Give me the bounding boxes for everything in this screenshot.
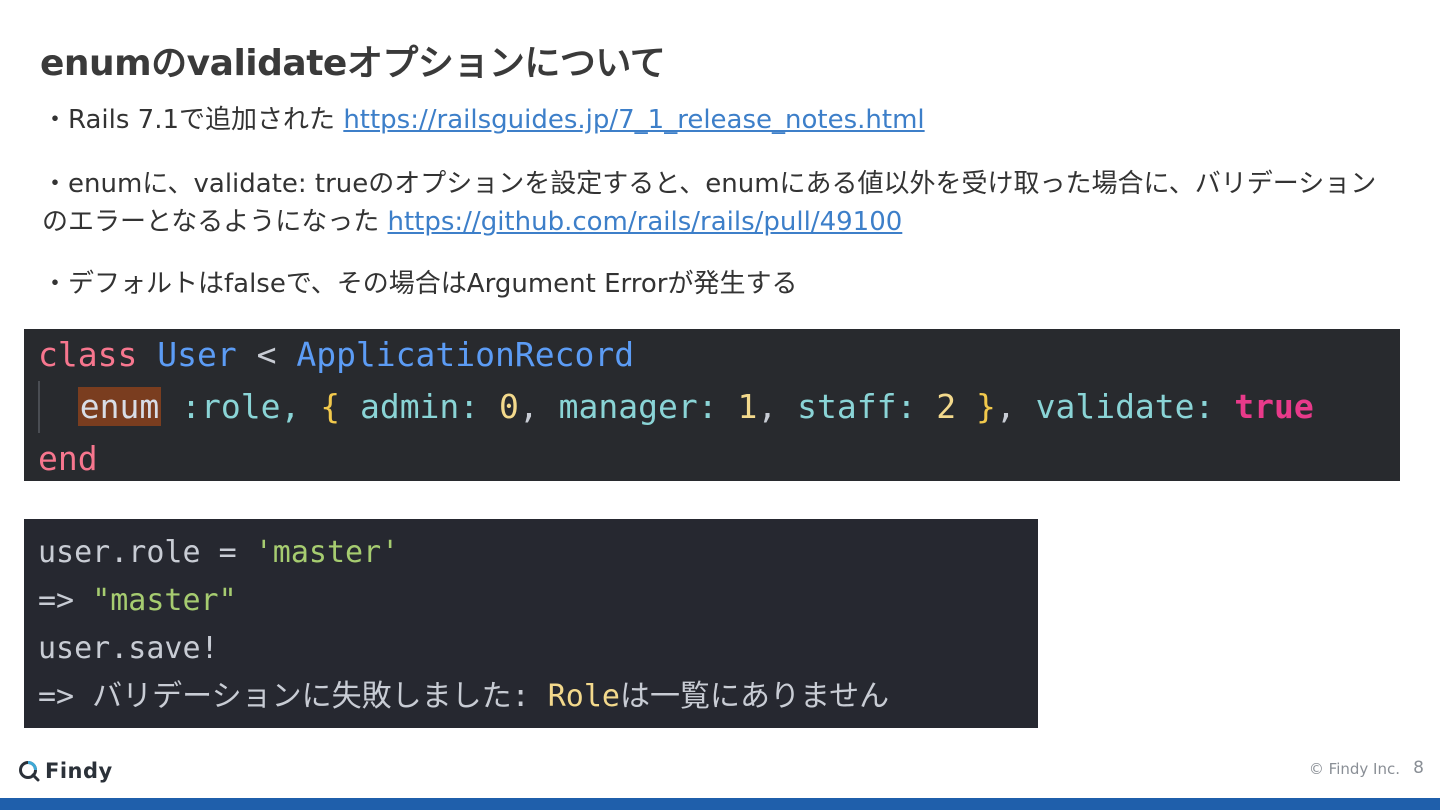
- code-brace: }: [975, 387, 996, 426]
- bullet-default-false: ・デフォルトはfalseで、その場合はArgument Errorが発生する: [42, 269, 798, 299]
- console-error-suffix: は一覧にありません: [619, 679, 890, 714]
- console-error-prefix: => バリデーションに失敗しました:: [38, 679, 548, 714]
- console-string: "master": [92, 583, 237, 618]
- code-boolean: true: [1234, 387, 1314, 426]
- code-number: 2: [936, 387, 957, 426]
- code-key: staff:: [797, 387, 917, 426]
- console-role: Role: [547, 679, 620, 714]
- console-arrow: =>: [38, 583, 93, 618]
- brand-name: Findy: [45, 759, 113, 783]
- code-block-class: class User < ApplicationRecord enum :rol…: [24, 329, 1400, 481]
- code-keyword: end: [38, 439, 98, 478]
- bullet-text: ・Rails 7.1で追加された: [42, 105, 344, 135]
- code-block-console: user.role = 'master' => "master" user.sa…: [24, 519, 1038, 728]
- console-string: 'master': [254, 535, 400, 570]
- page-number: 8: [1413, 758, 1424, 778]
- code-key: validate:: [1035, 387, 1215, 426]
- bullet-validate-option: ・enumに、validate: trueのオプションを設定すると、enumにあ…: [42, 165, 1382, 241]
- code-brace: {: [320, 387, 341, 426]
- console-text: user.role =: [38, 535, 255, 570]
- console-line: => "master": [38, 577, 1038, 625]
- indent-guide: [38, 381, 40, 433]
- copyright: © Findy Inc.: [1308, 760, 1400, 778]
- findy-logo: Findy: [18, 756, 113, 786]
- findy-logo-icon: [19, 761, 40, 782]
- code-number: 0: [499, 387, 519, 426]
- code-key: admin:: [359, 387, 480, 426]
- code-line: enum :role, { admin: 0, manager: 1, staf…: [38, 381, 1400, 433]
- code-key: manager:: [558, 387, 718, 426]
- code-symbol: :role,: [181, 387, 301, 426]
- code-class-name: User: [157, 335, 237, 374]
- console-line: => バリデーションに失敗しました: Roleは一覧にありません: [38, 673, 1038, 721]
- code-comma: ,: [995, 387, 1016, 426]
- code-operator: <: [256, 335, 277, 374]
- code-parent-class: ApplicationRecord: [296, 335, 635, 374]
- console-line: user.save!: [38, 631, 219, 666]
- bottom-accent-bar: [0, 798, 1440, 810]
- console-line: user.role = 'master': [38, 529, 1038, 577]
- code-line: end: [38, 433, 1400, 481]
- code-number: 1: [737, 387, 758, 426]
- code-enum-highlight: enum: [77, 387, 162, 426]
- code-line: class User < ApplicationRecord: [38, 329, 1400, 381]
- bullet-rails-version: ・Rails 7.1で追加された https://railsguides.jp/…: [42, 101, 1382, 139]
- slide-title: enumのvalidateオプションについて: [40, 43, 666, 84]
- code-keyword: class: [38, 335, 138, 374]
- release-notes-link[interactable]: https://railsguides.jp/7_1_release_notes…: [343, 105, 924, 135]
- pull-request-link[interactable]: https://github.com/rails/rails/pull/4910…: [388, 207, 903, 237]
